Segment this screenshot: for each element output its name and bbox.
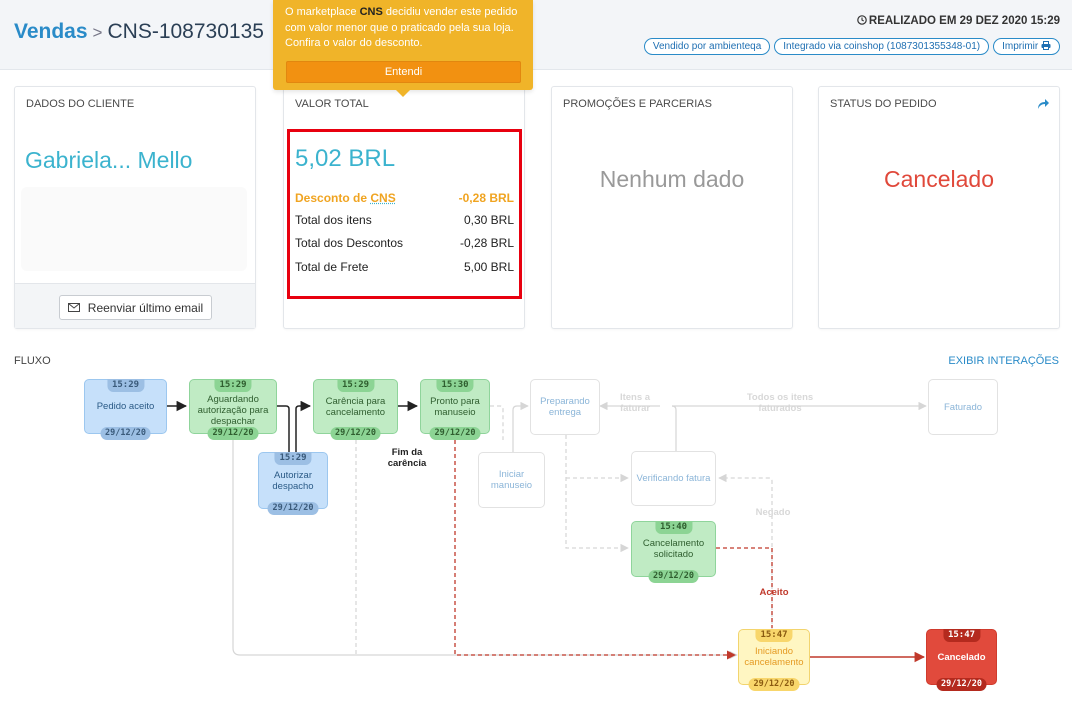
node-time: 15:40 xyxy=(654,521,693,534)
node-cancelamento-solicitado[interactable]: 15:40 Cancelamento solicitado 29/12/20 xyxy=(631,521,716,583)
node-label: Cancelado xyxy=(937,651,986,663)
node-label: Pronto para manuseio xyxy=(430,395,480,418)
node-time: 15:47 xyxy=(942,629,981,642)
node-time: 15:29 xyxy=(274,452,312,465)
node-iniciando-cancelamento[interactable]: 15:47 Iniciando cancelamento 29/12/20 xyxy=(738,629,810,691)
node-date: 29/12/20 xyxy=(330,427,381,440)
node-date: 29/12/20 xyxy=(100,427,151,440)
node-date: 29/12/20 xyxy=(267,502,319,515)
label-aceito: Aceito xyxy=(759,587,789,598)
highlight-box xyxy=(287,129,522,299)
node-carencia-cancelamento[interactable]: 15:29 Carência para cancelamento 29/12/2… xyxy=(313,379,398,440)
node-preparando-entrega[interactable]: Preparando entrega xyxy=(530,379,600,435)
node-time: 15:29 xyxy=(336,379,375,392)
label-fim-carencia: Fim da carência xyxy=(387,447,427,469)
node-label: Cancelamento solicitado xyxy=(642,538,705,560)
node-label: Aguardando autorização para despachar xyxy=(197,393,269,427)
node-label: Carência para cancelamento xyxy=(325,395,386,418)
node-date: 29/12/20 xyxy=(748,678,800,691)
label-itens-faturar: Itens a faturar xyxy=(619,392,651,414)
node-pedido-aceito[interactable]: 15:29 Pedido aceito 29/12/20 xyxy=(84,379,167,440)
node-label: Iniciando cancelamento xyxy=(744,646,804,668)
tooltip-text-before: O marketplace xyxy=(285,6,357,18)
node-time: 15:30 xyxy=(436,379,474,392)
node-label: Verificando fatura xyxy=(636,473,711,484)
node-iniciar-manuseio[interactable]: Iniciar manuseio xyxy=(478,452,545,508)
node-date: 29/12/20 xyxy=(429,427,481,440)
label-negado: Negado xyxy=(755,507,791,518)
node-autorizar-despacho[interactable]: 15:29 Autorizar despacho 29/12/20 xyxy=(258,452,328,515)
node-faturado[interactable]: Faturado xyxy=(928,379,998,435)
tooltip-brand: CNS xyxy=(359,6,383,18)
flow-edges xyxy=(167,400,927,663)
node-time: 15:47 xyxy=(755,629,793,642)
node-aguardando-autorizacao[interactable]: 15:29 Aguardando autorização para despac… xyxy=(189,379,277,440)
label-todos-faturados: Todos os itens faturados xyxy=(746,392,814,414)
node-label: Faturado xyxy=(943,401,983,413)
node-date: 29/12/20 xyxy=(207,427,259,440)
node-label: Preparando entrega xyxy=(540,396,590,418)
node-date: 29/12/20 xyxy=(936,678,987,691)
discount-tooltip: O marketplace CNS decidiu vender este pe… xyxy=(273,0,533,97)
node-date: 29/12/20 xyxy=(648,570,699,583)
node-cancelado[interactable]: 15:47 Cancelado 29/12/20 xyxy=(926,629,997,691)
node-verificando-fatura[interactable]: Verificando fatura xyxy=(631,451,716,506)
node-label: Autorizar despacho xyxy=(272,469,314,492)
node-time: 15:29 xyxy=(106,379,145,392)
node-label: Iniciar manuseio xyxy=(490,469,533,491)
node-pronto-manuseio[interactable]: 15:30 Pronto para manuseio 29/12/20 xyxy=(420,379,490,440)
entendi-button[interactable]: Entendi xyxy=(286,61,521,83)
node-time: 15:29 xyxy=(214,379,252,392)
node-label: Pedido aceito xyxy=(96,401,155,412)
order-detail-page: Vendas > CNS-108730135 REALIZADO EM 29 DEZ… xyxy=(0,0,1072,711)
